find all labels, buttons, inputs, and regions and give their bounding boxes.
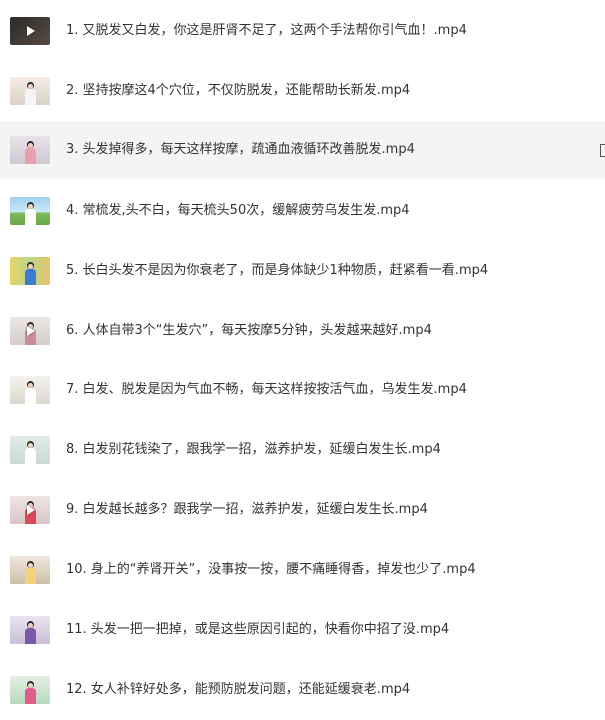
video-thumbnail[interactable] <box>10 496 50 524</box>
file-name[interactable]: 5. 长白头发不是因为你衰老了，而是身体缺少1种物质，赶紧看一看.mp4 <box>66 262 488 280</box>
file-name[interactable]: 3. 头发掉得多，每天这样按摩，疏通血液循环改善脱发.mp4 <box>66 141 415 159</box>
video-thumbnail[interactable] <box>10 616 50 644</box>
video-thumbnail[interactable] <box>10 17 50 45</box>
video-thumbnail[interactable] <box>10 257 50 285</box>
file-row[interactable]: 2. 坚持按摩这4个穴位，不仅防脱发，还能帮助长新发.mp4 <box>0 62 605 120</box>
file-name[interactable]: 10. 身上的“养肾开关”，没事按一按，腰不痛睡得香，掉发也少了.mp4 <box>66 561 476 579</box>
file-row[interactable]: 11. 头发一把一把掉，或是这些原因引起的，快看你中招了没.mp4 <box>0 601 605 659</box>
file-row[interactable]: 4. 常梳发,头不白，每天梳头50次，缓解疲劳乌发生发.mp4 <box>0 182 605 240</box>
file-name[interactable]: 1. 又脱发又白发，你这是肝肾不足了，这两个手法帮你引气血！.mp4 <box>66 22 467 40</box>
file-row[interactable]: 1. 又脱发又白发，你这是肝肾不足了，这两个手法帮你引气血！.mp4 <box>0 2 605 60</box>
file-row[interactable]: 3. 头发掉得多，每天这样按摩，疏通血液循环改善脱发.mp4 <box>0 121 605 179</box>
video-thumbnail[interactable] <box>10 136 50 164</box>
video-thumbnail[interactable] <box>10 376 50 404</box>
play-icon <box>27 26 35 36</box>
video-thumbnail[interactable] <box>10 676 50 704</box>
file-row[interactable]: 5. 长白头发不是因为你衰老了，而是身体缺少1种物质，赶紧看一看.mp4 <box>0 242 605 300</box>
file-name[interactable]: 8. 白发别花钱染了，跟我学一招，滋养护发，延缓白发生长.mp4 <box>66 441 441 459</box>
play-icon <box>27 505 35 515</box>
file-row[interactable]: 10. 身上的“养肾开关”，没事按一按，腰不痛睡得香，掉发也少了.mp4 <box>0 541 605 599</box>
file-row[interactable]: 12. 女人补锌好处多，能预防脱发问题，还能延缓衰老.mp4 <box>0 661 605 719</box>
file-row[interactable]: 6. 人体自带3个“生发穴”，每天按摩5分钟，头发越来越好.mp4 <box>0 302 605 360</box>
video-thumbnail[interactable] <box>10 317 50 345</box>
video-thumbnail[interactable] <box>10 556 50 584</box>
video-thumbnail[interactable] <box>10 77 50 105</box>
file-name[interactable]: 7. 白发、脱发是因为气血不畅，每天这样按按活气血，乌发生发.mp4 <box>66 381 467 399</box>
file-name[interactable]: 12. 女人补锌好处多，能预防脱发问题，还能延缓衰老.mp4 <box>66 681 410 699</box>
scroll-edge-icon <box>600 144 605 157</box>
play-icon <box>27 326 35 336</box>
file-name[interactable]: 11. 头发一把一把掉，或是这些原因引起的，快看你中招了没.mp4 <box>66 621 449 639</box>
file-row[interactable]: 7. 白发、脱发是因为气血不畅，每天这样按按活气血，乌发生发.mp4 <box>0 361 605 419</box>
file-name[interactable]: 2. 坚持按摩这4个穴位，不仅防脱发，还能帮助长新发.mp4 <box>66 82 410 100</box>
file-name[interactable]: 4. 常梳发,头不白，每天梳头50次，缓解疲劳乌发生发.mp4 <box>66 202 410 220</box>
video-thumbnail[interactable] <box>10 197 50 225</box>
file-name[interactable]: 9. 白发越长越多？跟我学一招，滋养护发，延缓白发生长.mp4 <box>66 501 428 519</box>
file-row[interactable]: 9. 白发越长越多？跟我学一招，滋养护发，延缓白发生长.mp4 <box>0 481 605 539</box>
video-thumbnail[interactable] <box>10 436 50 464</box>
video-file-list: 1. 又脱发又白发，你这是肝肾不足了，这两个手法帮你引气血！.mp4 2. 坚持… <box>0 0 605 720</box>
file-row[interactable]: 8. 白发别花钱染了，跟我学一招，滋养护发，延缓白发生长.mp4 <box>0 421 605 479</box>
file-name[interactable]: 6. 人体自带3个“生发穴”，每天按摩5分钟，头发越来越好.mp4 <box>66 322 432 340</box>
